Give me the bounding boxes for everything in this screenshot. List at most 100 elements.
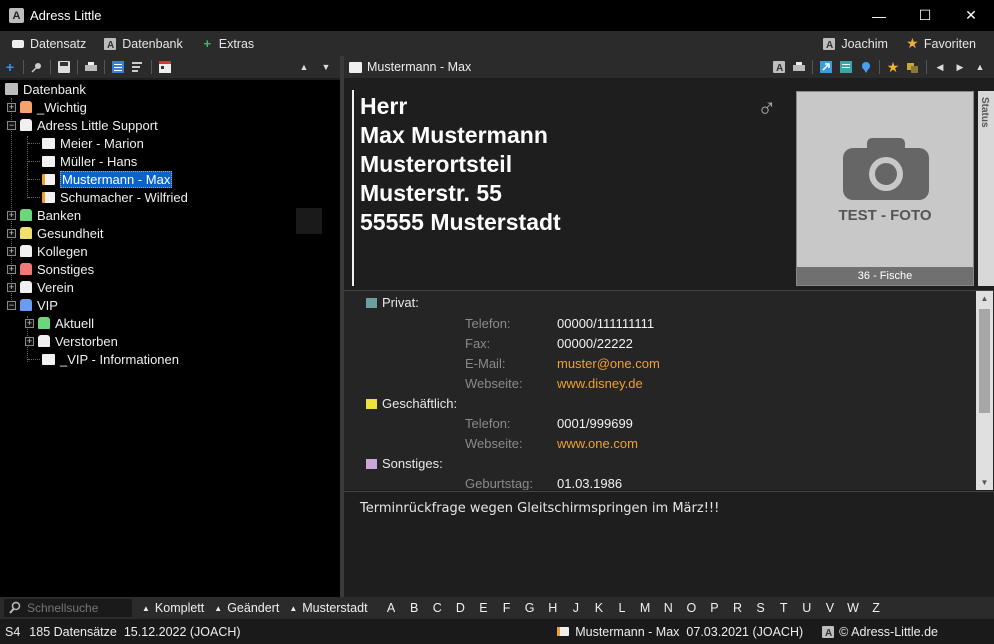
letter-f[interactable]: F (495, 601, 518, 615)
letter-v[interactable]: V (818, 601, 841, 615)
menu-user[interactable]: A Joachim (823, 37, 888, 51)
website-link[interactable]: www.disney.de (557, 376, 643, 391)
location-pin-icon[interactable] (856, 58, 876, 76)
filter-geaendert[interactable]: ▲ Geändert (214, 601, 279, 615)
collapse-up-icon[interactable]: ▲ (294, 58, 314, 76)
status-tab[interactable]: Status (978, 91, 994, 286)
collapse-up-icon[interactable]: ▲ (970, 58, 990, 76)
expand-icon[interactable]: + (7, 210, 16, 220)
close-button[interactable]: ✕ (948, 0, 994, 31)
letter-z[interactable]: Z (865, 601, 888, 615)
letter-r[interactable]: R (726, 601, 749, 615)
letter-o[interactable]: O (680, 601, 703, 615)
tree-item-mueller[interactable]: Müller - Hans (42, 152, 137, 170)
table-icon[interactable] (836, 58, 856, 76)
letter-j[interactable]: J (564, 601, 587, 615)
menu-extras[interactable]: + Extras (201, 36, 254, 51)
detail-value: 01.03.1986 (557, 476, 623, 490)
minimize-button[interactable]: — (856, 0, 902, 31)
tree-item-aktuell[interactable]: + Aktuell (25, 314, 94, 332)
email-link[interactable]: muster@one.com (557, 356, 660, 371)
add-icon[interactable]: + (0, 58, 20, 76)
collapse-icon[interactable]: − (7, 300, 16, 310)
letter-m[interactable]: M (634, 601, 657, 615)
letter-b[interactable]: B (403, 601, 426, 615)
expand-icon[interactable]: + (7, 246, 16, 256)
tree-item-support[interactable]: − Adress Little Support (7, 116, 158, 134)
star-icon[interactable]: ★ (883, 58, 903, 76)
section-color-swatch (366, 458, 377, 469)
filter-label: Musterstadt (302, 601, 368, 615)
menu-datenbank[interactable]: A Datenbank (104, 37, 183, 51)
letter-d[interactable]: D (449, 601, 472, 615)
calendar-icon[interactable] (155, 58, 175, 76)
scrollbar-thumb[interactable] (979, 309, 990, 413)
detail-row: Telefon: 0001/999699 (465, 416, 633, 431)
tree-item-meier[interactable]: Meier - Marion (42, 134, 144, 152)
section-color-swatch (366, 398, 377, 409)
expand-icon[interactable]: + (7, 102, 16, 112)
tree-root[interactable]: Datenbank (5, 80, 86, 98)
status-code: S4 (5, 624, 21, 639)
pin-icon[interactable] (27, 58, 47, 76)
open-link-icon[interactable] (816, 58, 836, 76)
letter-a[interactable]: A (380, 601, 403, 615)
search-input[interactable] (27, 601, 127, 615)
scroll-up-icon[interactable]: ▲ (976, 291, 993, 307)
letter-s[interactable]: S (749, 601, 772, 615)
expand-icon[interactable]: + (25, 318, 34, 328)
list-view-icon[interactable] (108, 58, 128, 76)
print-icon[interactable] (789, 58, 809, 76)
contact-card-icon (42, 191, 55, 203)
letter-h[interactable]: H (541, 601, 564, 615)
tree-item-vip-info[interactable]: _VIP - Informationen (42, 350, 179, 368)
tree-item-sonstiges[interactable]: + Sonstiges (7, 260, 94, 278)
letter-n[interactable]: N (657, 601, 680, 615)
expand-icon[interactable]: + (7, 282, 16, 292)
tree-item-gesundheit[interactable]: + Gesundheit (7, 224, 104, 242)
letter-t[interactable]: T (772, 601, 795, 615)
save-icon[interactable] (54, 58, 74, 76)
menu-datensatz[interactable]: Datensatz (12, 37, 86, 51)
letter-p[interactable]: P (703, 601, 726, 615)
previous-icon[interactable]: ◀ (930, 58, 950, 76)
tree-item-banken[interactable]: + Banken (7, 206, 81, 224)
notes-area[interactable]: Terminrückfrage wegen Gleitschirmspringe… (344, 491, 994, 597)
letter-u[interactable]: U (795, 601, 818, 615)
collapse-icon[interactable]: − (7, 120, 16, 130)
group-icon[interactable] (903, 58, 923, 76)
letter-l[interactable]: L (610, 601, 633, 615)
maximize-button[interactable]: ☐ (902, 0, 948, 31)
next-icon[interactable]: ▶ (950, 58, 970, 76)
copyright-link[interactable]: © Adress-Little.de (839, 625, 938, 639)
letter-k[interactable]: K (587, 601, 610, 615)
database-icon[interactable]: A (769, 58, 789, 76)
letter-c[interactable]: C (426, 601, 449, 615)
expand-icon[interactable]: + (7, 264, 16, 274)
details-scrollbar[interactable]: ▲ ▼ (976, 291, 993, 490)
tree-item-schumacher[interactable]: Schumacher - Wilfried (42, 188, 188, 206)
sort-icon[interactable] (128, 58, 148, 76)
tree-item-kollegen[interactable]: + Kollegen (7, 242, 88, 260)
toolbar-divider (77, 60, 78, 74)
expand-icon[interactable]: + (7, 228, 16, 238)
quick-search (4, 599, 132, 617)
website-link[interactable]: www.one.com (557, 436, 638, 451)
tree-item-verstorben[interactable]: + Verstorben (25, 332, 118, 350)
print-icon[interactable] (81, 58, 101, 76)
contact-photo[interactable]: TEST - FOTO 36 - Fische (796, 91, 974, 286)
menu-favoriten[interactable]: ★ Favoriten (906, 35, 976, 51)
tree-item-vip[interactable]: − VIP (7, 296, 58, 314)
tree-item-verein[interactable]: + Verein (7, 278, 74, 296)
tree-item-label: VIP (37, 297, 58, 313)
scroll-down-icon[interactable]: ▼ (976, 475, 993, 490)
letter-g[interactable]: G (518, 601, 541, 615)
tree-item-wichtig[interactable]: + _Wichtig (7, 98, 87, 116)
expand-down-icon[interactable]: ▼ (316, 58, 336, 76)
filter-komplett[interactable]: ▲ Komplett (142, 601, 204, 615)
letter-w[interactable]: W (841, 601, 864, 615)
tree-item-mustermann[interactable]: Mustermann - Max (42, 170, 173, 188)
letter-e[interactable]: E (472, 601, 495, 615)
filter-musterstadt[interactable]: ▲ Musterstadt (289, 601, 367, 615)
expand-icon[interactable]: + (25, 336, 34, 346)
